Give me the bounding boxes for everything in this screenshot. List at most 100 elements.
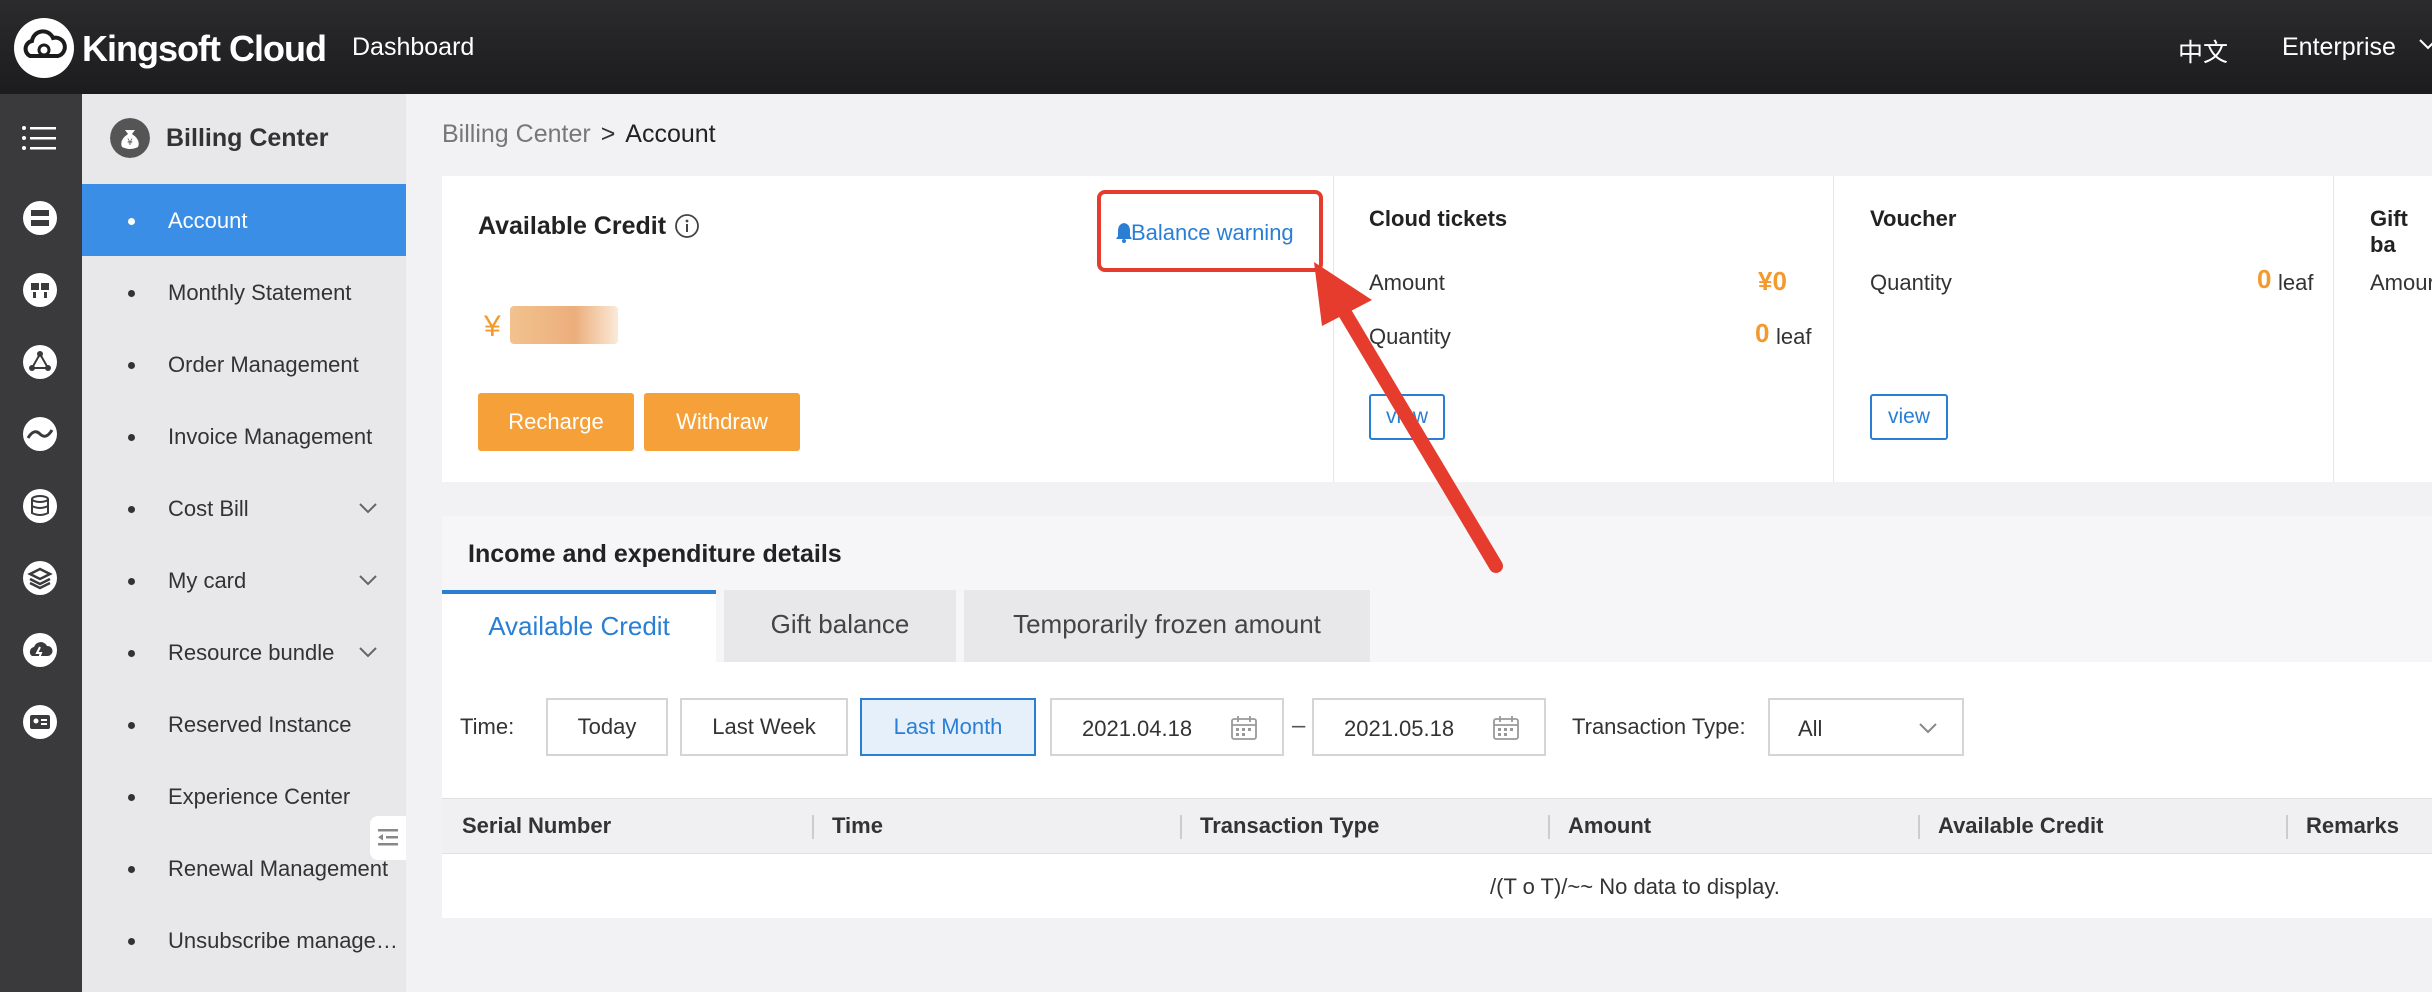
sidebar-item-my-card[interactable]: My card [82, 544, 406, 616]
sidebar-item-label: Invoice Management [168, 424, 373, 449]
bullet-icon [128, 794, 135, 801]
language-switch[interactable]: 中文 [2178, 33, 2228, 69]
topology-icon[interactable] [20, 342, 60, 382]
sidebar-item-renewal-management[interactable]: Renewal Management [82, 832, 406, 904]
bullet-icon [128, 218, 135, 225]
sidebar-item-resource-bundle[interactable]: Resource bundle [82, 616, 406, 688]
sidebar-item-reserved-instance[interactable]: Reserved Instance [82, 688, 406, 760]
info-icon[interactable] [674, 213, 700, 239]
cloud-tickets-quantity-value: 0 [1755, 318, 1770, 348]
calendar-icon[interactable] [1230, 714, 1258, 742]
column-header[interactable]: Serial Number [462, 813, 611, 839]
voucher-quantity-unit: leaf [2278, 270, 2314, 295]
divider [1333, 176, 1334, 482]
menu-icon[interactable] [20, 118, 60, 158]
sidebar-item-order-management[interactable]: Order Management [82, 328, 406, 400]
sidebar-item-label: Cost Bill [168, 496, 249, 521]
tab-available-credit[interactable]: Available Credit [442, 590, 716, 662]
network-icon[interactable] [20, 270, 60, 310]
table-body: /(T o T)/~~ No data to display. [442, 854, 2432, 918]
sidebar-item-unsubscribe-management[interactable]: Unsubscribe manage… [82, 904, 406, 976]
voucher-quantity-value: 0 [2257, 264, 2272, 294]
column-header[interactable]: Transaction Type [1200, 813, 1379, 839]
brand-name[interactable]: Kingsoft Cloud [82, 28, 327, 70]
column-header[interactable]: Amount [1568, 813, 1651, 839]
cloud-icon[interactable] [20, 630, 60, 670]
bullet-icon [128, 722, 135, 729]
divider [1833, 176, 1834, 482]
cloud-tickets-amount-label: Amount [1369, 270, 1445, 295]
sidebar-item-label: Renewal Management [168, 856, 389, 881]
chevron-down-icon [1919, 723, 1937, 734]
sidebar-item-experience-center[interactable]: Experience Center [82, 760, 406, 832]
last-week-button[interactable]: Last Week [680, 698, 848, 756]
column-divider [1918, 815, 1920, 839]
filter-bar: Time: Today Last Week Last Month 2021.04… [442, 662, 2432, 798]
bullet-icon [128, 434, 135, 441]
breadcrumb: Billing Center > Account [442, 120, 716, 149]
withdraw-button[interactable]: Withdraw [644, 393, 800, 451]
voucher-quantity-label: Quantity [1870, 270, 1952, 295]
voucher-view-button[interactable]: view [1870, 394, 1948, 440]
bullet-icon [128, 362, 135, 369]
bullet-icon [128, 866, 135, 873]
database-icon[interactable] [20, 486, 60, 526]
transaction-type-label: Transaction Type: [1572, 714, 1746, 739]
billing-sidebar: ¥ Billing Center Account Monthly Stateme… [82, 94, 406, 992]
chevron-down-icon[interactable] [2418, 34, 2432, 54]
analytics-icon[interactable] [20, 414, 60, 454]
column-header[interactable]: Remarks [2306, 813, 2399, 839]
server-icon[interactable] [20, 198, 60, 238]
collapse-icon [378, 829, 398, 846]
sidebar-item-account[interactable]: Account [82, 184, 406, 256]
column-header[interactable]: Time [832, 813, 883, 839]
recharge-button[interactable]: Recharge [478, 393, 634, 451]
identity-icon[interactable] [20, 702, 60, 742]
breadcrumb-separator: > [600, 120, 616, 148]
calendar-icon[interactable] [1492, 714, 1520, 742]
tab-frozen-amount[interactable]: Temporarily frozen amount [964, 590, 1370, 662]
transaction-type-select[interactable]: All [1768, 698, 1964, 756]
sidebar-item-label: My card [168, 568, 247, 593]
last-month-button[interactable]: Last Month [860, 698, 1036, 756]
sidebar-item-label: Resource bundle [168, 640, 335, 665]
sidebar-item-label: Order Management [168, 352, 359, 377]
column-header[interactable]: Available Credit [1938, 813, 2103, 839]
table-header: Serial Number Time Transaction Type Amou… [442, 798, 2432, 854]
today-button[interactable]: Today [546, 698, 668, 756]
nav-dashboard[interactable]: Dashboard [352, 33, 474, 62]
sidebar-collapse-handle[interactable] [370, 816, 406, 860]
tab-gift-balance[interactable]: Gift balance [724, 590, 956, 662]
cloud-tickets-view-button[interactable]: view [1369, 394, 1445, 440]
cloud-tickets-quantity-label: Quantity [1369, 324, 1451, 349]
column-divider [2286, 815, 2288, 839]
sidebar-item-invoice-management[interactable]: Invoice Management [82, 400, 406, 472]
date-to-field[interactable]: 2021.05.18 [1312, 698, 1546, 756]
date-range-separator: – [1292, 712, 1306, 739]
voucher-title: Voucher [1870, 206, 1957, 231]
account-menu[interactable]: Enterprise [2282, 33, 2396, 62]
balance-warning-link[interactable]: Balance warning [1097, 190, 1323, 272]
chevron-down-icon[interactable] [358, 570, 378, 590]
date-from-field[interactable]: 2021.04.18 [1050, 698, 1284, 756]
chevron-down-icon[interactable] [358, 498, 378, 518]
balance-warning-label: Balance warning [1131, 220, 1294, 245]
breadcrumb-parent[interactable]: Billing Center [442, 120, 591, 148]
column-divider [1548, 815, 1550, 839]
income-expenditure-panel: Income and expenditure details Available… [442, 516, 2432, 918]
icon-rail [0, 94, 82, 992]
sidebar-item-cost-bill[interactable]: Cost Bill [82, 472, 406, 544]
bullet-icon [128, 578, 135, 585]
money-bag-icon: ¥ [110, 118, 150, 158]
date-to-value: 2021.05.18 [1344, 716, 1455, 741]
bullet-icon [128, 650, 135, 657]
storage-icon[interactable] [20, 558, 60, 598]
available-credit-title: Available Credit [478, 212, 667, 240]
kingsoft-cloud-logo-icon[interactable] [14, 18, 74, 78]
top-bar: Kingsoft Cloud Dashboard 中文 Enterprise [0, 0, 2432, 94]
details-title: Income and expenditure details [468, 540, 842, 568]
chevron-down-icon[interactable] [358, 642, 378, 662]
column-divider [1180, 815, 1182, 839]
summary-cards: Available Credit Balance warning ¥ Recha… [442, 176, 2432, 482]
sidebar-item-monthly-statement[interactable]: Monthly Statement [82, 256, 406, 328]
